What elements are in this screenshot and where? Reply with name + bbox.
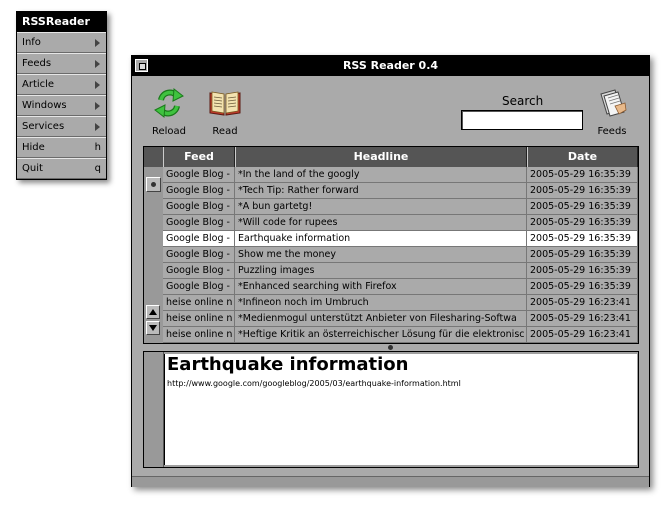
feeds-button[interactable]: Feeds [592, 86, 632, 140]
cell-headline: Puzzling images [235, 263, 527, 279]
cell-date: 2005-05-29 16:35:39 [527, 167, 638, 183]
feeds-label: Feeds [597, 126, 627, 137]
article-link[interactable]: http://www.google.com/googleblog/2005/03… [167, 379, 461, 388]
reload-button[interactable]: Reload [149, 86, 189, 140]
cell-headline: *Heftige Kritik an österreichischer Lösu… [235, 327, 527, 343]
menu-item-article[interactable]: Article [17, 74, 106, 95]
reload-label: Reload [151, 126, 187, 137]
cell-feed: Google Blog - [163, 215, 235, 231]
window-titlebar[interactable]: RSS Reader 0.4 [132, 56, 649, 76]
cell-headline: *A bun gartetg! [235, 199, 527, 215]
reload-icon [154, 88, 184, 118]
cell-feed: Google Blog - [163, 183, 235, 199]
submenu-arrow-icon [95, 102, 100, 110]
table-row[interactable]: Google Blog - *Enhanced searching with F… [163, 279, 638, 295]
submenu-arrow-icon [95, 81, 100, 89]
cell-headline: Earthquake information [235, 231, 527, 247]
cell-date: 2005-05-29 16:35:39 [527, 215, 638, 231]
article-scrollbar[interactable] [144, 352, 164, 467]
cell-headline: Show me the money [235, 247, 527, 263]
menu-item-label: Hide [22, 142, 45, 153]
cell-feed: Google Blog - [163, 199, 235, 215]
table-row-selected[interactable]: Google Blog - Earthquake information 200… [163, 231, 638, 247]
table-row[interactable]: Google Blog - *In the land of the googly… [163, 167, 638, 183]
book-icon [209, 91, 241, 116]
table-row[interactable]: heise online n *Infineon noch im Umbruch… [163, 295, 638, 311]
article-content: Earthquake information http://www.google… [164, 354, 637, 465]
table-row[interactable]: heise online n *Medienmogul unterstützt … [163, 311, 638, 327]
scroll-down-button[interactable] [146, 321, 160, 335]
cell-date: 2005-05-29 16:23:41 [527, 311, 638, 327]
cell-date: 2005-05-29 16:23:41 [527, 295, 638, 311]
menu-item-windows[interactable]: Windows [17, 95, 106, 116]
table-row[interactable]: Google Blog - Puzzling images 2005-05-29… [163, 263, 638, 279]
table-scrollbar[interactable] [144, 167, 163, 343]
menu-item-feeds[interactable]: Feeds [17, 53, 106, 74]
scroll-up-button[interactable] [146, 305, 160, 319]
menu-item-label: Services [22, 121, 65, 132]
column-header-date[interactable]: Date [527, 147, 638, 167]
search-input[interactable] [461, 110, 583, 130]
app-menu-title: RSSReader [17, 12, 106, 32]
cell-feed: heise online n [163, 311, 235, 327]
menu-item-services[interactable]: Services [17, 116, 106, 137]
scroll-knob[interactable] [146, 177, 161, 192]
cell-date: 2005-05-29 16:35:39 [527, 199, 638, 215]
table-header: Feed Headline Date [163, 147, 638, 167]
cell-date: 2005-05-29 16:35:39 [527, 263, 638, 279]
menu-item-quit[interactable]: Quit q [17, 158, 106, 179]
cell-headline: *Will code for rupees [235, 215, 527, 231]
cell-feed: heise online n [163, 295, 235, 311]
cell-date: 2005-05-29 16:35:39 [527, 279, 638, 295]
menu-item-info[interactable]: Info [17, 32, 106, 53]
search-label: Search [502, 94, 544, 108]
table-row[interactable]: Google Blog - Show me the money 2005-05-… [163, 247, 638, 263]
submenu-arrow-icon [95, 60, 100, 68]
cell-headline: *Enhanced searching with Firefox [235, 279, 527, 295]
read-label: Read [212, 126, 238, 137]
cell-date: 2005-05-29 16:23:41 [527, 327, 638, 343]
menu-item-label: Quit [22, 163, 43, 174]
menu-shortcut: h [94, 142, 101, 153]
table-row[interactable]: Google Blog - *Tech Tip: Rather forward … [163, 183, 638, 199]
cell-feed: Google Blog - [163, 231, 235, 247]
window-resize-bar[interactable] [132, 476, 649, 487]
menu-item-label: Article [22, 79, 55, 90]
cell-feed: Google Blog - [163, 263, 235, 279]
cell-date: 2005-05-29 16:35:39 [527, 231, 638, 247]
cell-feed: heise online n [163, 327, 235, 343]
cell-headline: *Medienmogul unterstützt Anbieter von Fi… [235, 311, 527, 327]
read-button[interactable]: Read [205, 86, 245, 140]
column-header-headline[interactable]: Headline [235, 147, 527, 167]
table-row[interactable]: Google Blog - *Will code for rupees 2005… [163, 215, 638, 231]
cell-date: 2005-05-29 16:35:39 [527, 247, 638, 263]
rss-reader-window: RSS Reader 0.4 Reload Read Search Feeds … [131, 55, 650, 487]
split-view-divider[interactable] [388, 345, 393, 350]
submenu-arrow-icon [95, 123, 100, 131]
window-title: RSS Reader 0.4 [342, 59, 439, 72]
menu-item-label: Windows [22, 100, 67, 111]
cell-headline: *Tech Tip: Rather forward [235, 183, 527, 199]
menu-item-label: Feeds [22, 58, 52, 69]
cell-feed: Google Blog - [163, 167, 235, 183]
headline-table: Feed Headline Date Google Blog - *In the… [143, 146, 639, 344]
menu-item-label: Info [22, 37, 41, 48]
submenu-arrow-icon [95, 39, 100, 47]
table-corner [144, 147, 163, 167]
cell-feed: Google Blog - [163, 247, 235, 263]
table-row[interactable]: Google Blog - *A bun gartetg! 2005-05-29… [163, 199, 638, 215]
table-row[interactable]: heise online n *Heftige Kritik an österr… [163, 327, 638, 343]
column-header-feed[interactable]: Feed [163, 147, 235, 167]
table-rows: Google Blog - *In the land of the googly… [163, 167, 638, 343]
cell-date: 2005-05-29 16:35:39 [527, 183, 638, 199]
app-menu: RSSReader Info Feeds Article Windows Ser… [16, 11, 107, 180]
cell-feed: Google Blog - [163, 279, 235, 295]
article-title: Earthquake information [167, 354, 409, 375]
menu-shortcut: q [94, 163, 101, 174]
article-pane: Earthquake information http://www.google… [143, 351, 639, 468]
cell-headline: *In the land of the googly [235, 167, 527, 183]
cell-headline: *Infineon noch im Umbruch [235, 295, 527, 311]
feeds-icon [600, 89, 627, 117]
menu-item-hide[interactable]: Hide h [17, 137, 106, 158]
